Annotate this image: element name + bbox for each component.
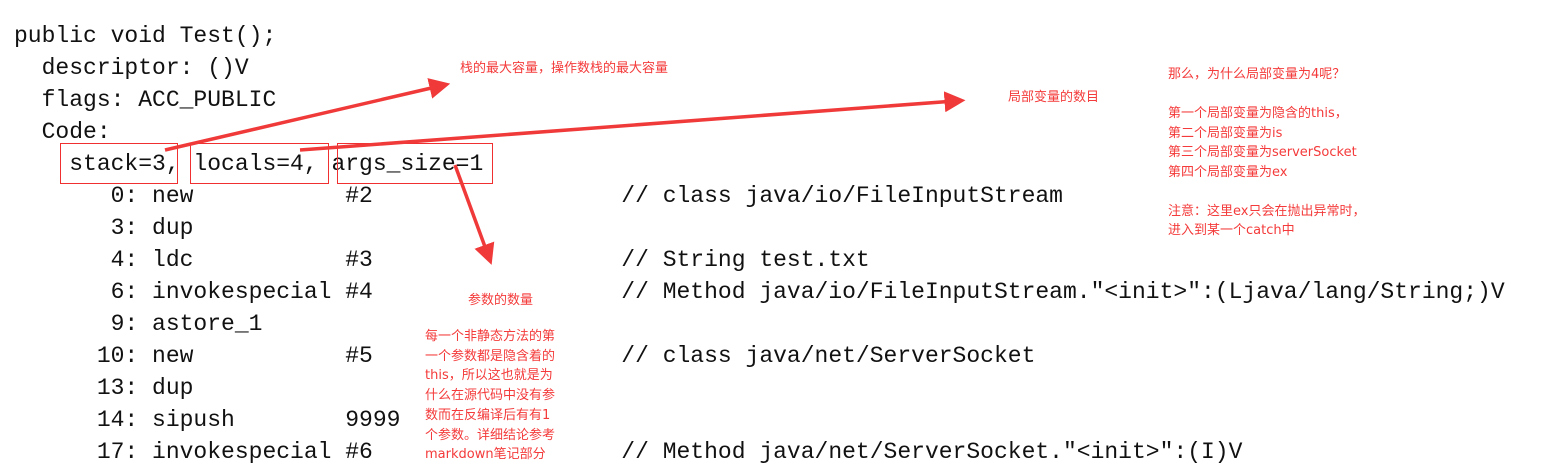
stack-arrow [164, 78, 451, 152]
locals-annotation: 局部变量的数目 [1008, 90, 1100, 105]
locals-arrow [299, 91, 966, 152]
stack-annotation: 栈的最大容量，操作数栈的最大容量 [460, 61, 669, 76]
args-annotation-title: 参数的数量 [468, 293, 534, 308]
args-arrow [453, 164, 495, 265]
args-annotation-detail: 每一个非静态方法的第 一个参数都是隐含着的 this，所以这也就是为 什么在源代… [425, 329, 556, 463]
locals-annotation-detail: 那么，为什么局部变量为4呢？ 第一个局部变量为隐含的this， 第二个局部变量为… [1168, 67, 1366, 238]
